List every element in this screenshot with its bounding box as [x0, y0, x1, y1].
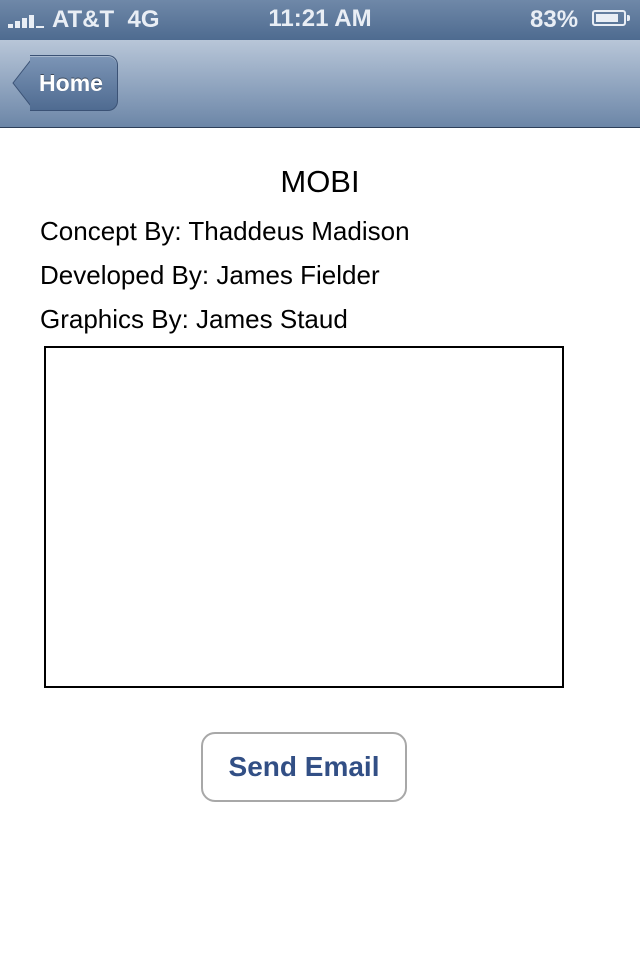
battery-nub — [627, 15, 630, 21]
developer-credit: Developed By: James Fielder — [40, 260, 380, 290]
navigation-bar: Home — [0, 40, 640, 128]
battery-icon — [592, 10, 630, 26]
send-email-button[interactable]: Send Email — [201, 732, 407, 802]
about-screen: AT&T 4G 11:21 AM 83% Home MOBI Concept B… — [0, 0, 640, 960]
message-text-area[interactable] — [44, 346, 564, 688]
concept-credit: Concept By: Thaddeus Madison — [40, 216, 410, 246]
app-title: MOBI — [280, 164, 360, 199]
battery-fill — [596, 14, 618, 22]
battery-percent: 83% — [530, 6, 579, 33]
back-button-label: Home — [39, 70, 103, 96]
status-bar: AT&T 4G 11:21 AM 83% — [0, 0, 640, 40]
home-back-button[interactable]: Home — [12, 55, 118, 111]
graphics-credit: Graphics By: James Staud — [40, 304, 348, 334]
